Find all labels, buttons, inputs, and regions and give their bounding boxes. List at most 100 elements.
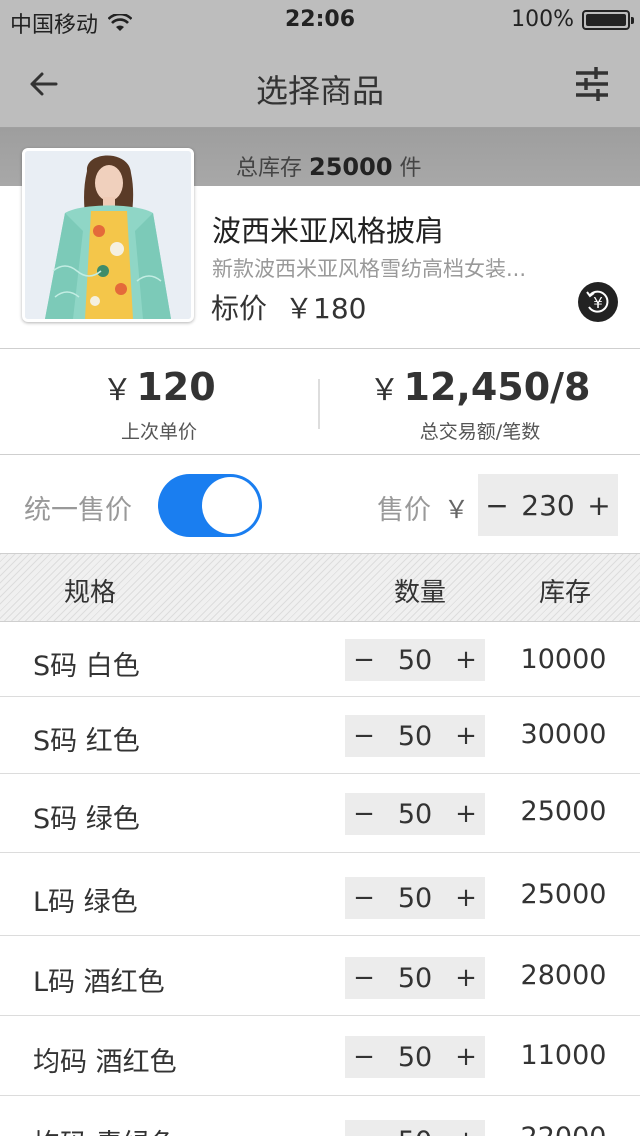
qty-increment-button[interactable]: +	[449, 1120, 483, 1136]
variant-stock: 30000	[520, 719, 607, 750]
variant-stock: 11000	[520, 1040, 607, 1071]
status-bar: 中国移动 22:06 100%	[0, 0, 640, 40]
qty-input[interactable]: 50	[379, 1042, 451, 1073]
sliders-icon	[576, 67, 608, 101]
total-stock-label: 总库存	[236, 156, 303, 181]
back-button[interactable]	[24, 64, 64, 104]
qty-decrement-button[interactable]: −	[347, 715, 381, 757]
sale-price-stepper: − 230 +	[478, 474, 618, 536]
history-yuan-icon: ¥	[578, 282, 618, 322]
product-description: 新款波西米亚风格雪纺高档女装...	[212, 257, 527, 281]
battery-group: 100%	[511, 7, 634, 32]
wifi-icon	[108, 14, 133, 31]
variant-spec: S码 绿色	[33, 804, 140, 835]
qty-input[interactable]: 50	[379, 963, 451, 994]
product-image[interactable]	[22, 148, 194, 322]
variant-row: 均码 青绿色 − 50 + 22000	[0, 1096, 640, 1136]
qty-increment-button[interactable]: +	[449, 877, 483, 919]
variant-qty-stepper: − 50 +	[345, 877, 485, 919]
variant-spec: 均码 青绿色	[33, 1122, 177, 1136]
variant-list: S码 白色 − 50 + 10000 S码 红色 − 50 + 30000 S码…	[0, 622, 640, 1136]
total-transactions: ￥ 12,450/8 总交易额/笔数	[320, 365, 640, 444]
sale-price-increment-button[interactable]: +	[582, 474, 616, 536]
qty-decrement-button[interactable]: −	[347, 877, 381, 919]
variant-qty-stepper: − 50 +	[345, 793, 485, 835]
qty-decrement-button[interactable]: −	[347, 957, 381, 999]
carrier-name: 中国移动	[10, 13, 99, 38]
product-card: 波西米亚风格披肩 新款波西米亚风格雪纺高档女装... 标价 ￥180 ¥	[0, 148, 640, 349]
unified-price-row: 统一售价 售价 ￥ − 230 +	[0, 455, 640, 554]
variant-row: L码 绿色 − 50 + 25000	[0, 853, 640, 936]
variant-row: L码 酒红色 − 50 + 28000	[0, 936, 640, 1016]
variant-spec: S码 红色	[33, 726, 140, 757]
variant-row: S码 白色 − 50 + 10000	[0, 622, 640, 697]
battery-icon	[582, 9, 634, 30]
total-stock-value: 25000	[309, 153, 393, 181]
header-stock: 库存	[539, 578, 592, 608]
variant-stock: 25000	[520, 879, 607, 910]
last-price-currency: ￥	[102, 373, 133, 408]
variant-qty-stepper: − 50 +	[345, 715, 485, 757]
sales-summary: ￥ 120 上次单价 ￥ 12,450/8 总交易额/笔数	[0, 349, 640, 455]
variant-spec: L码 绿色	[33, 887, 138, 918]
total-stock: 总库存 25000 件	[236, 150, 422, 182]
history-price-button[interactable]: ¥	[577, 281, 619, 323]
page-title: 选择商品	[255, 72, 384, 110]
list-price: 标价 ￥180	[211, 287, 366, 327]
unified-price-label: 统一售价	[24, 495, 132, 526]
nav-bar: 选择商品	[0, 40, 640, 128]
variant-qty-stepper: − 50 +	[345, 639, 485, 681]
last-price-value: 120	[136, 365, 216, 409]
sale-price-label: 售价	[377, 495, 431, 526]
qty-input[interactable]: 50	[379, 799, 451, 830]
qty-increment-button[interactable]: +	[449, 957, 483, 999]
qty-increment-button[interactable]: +	[449, 1036, 483, 1078]
sale-price-decrement-button[interactable]: −	[480, 474, 514, 536]
battery-percent: 100%	[511, 7, 574, 32]
variant-qty-stepper: − 50 +	[345, 957, 485, 999]
qty-decrement-button[interactable]: −	[347, 639, 381, 681]
list-price-value: ￥180	[285, 292, 367, 325]
arrow-left-icon	[30, 72, 58, 96]
product-photo	[25, 151, 191, 319]
qty-increment-button[interactable]: +	[449, 793, 483, 835]
list-price-label: 标价	[211, 292, 268, 325]
total-stock-unit: 件	[399, 156, 422, 181]
qty-input[interactable]: 50	[379, 883, 451, 914]
qty-input[interactable]: 50	[379, 645, 451, 676]
variant-stock: 10000	[520, 644, 607, 675]
header-spec: 规格	[64, 578, 117, 608]
svg-text:¥: ¥	[593, 294, 603, 312]
last-unit-price: ￥ 120 上次单价	[0, 365, 318, 444]
header-qty: 数量	[394, 578, 447, 608]
qty-decrement-button[interactable]: −	[347, 1036, 381, 1078]
variant-qty-stepper: − 50 +	[345, 1036, 485, 1078]
last-price-label: 上次单价	[120, 421, 197, 443]
total-currency: ￥	[369, 373, 400, 408]
qty-decrement-button[interactable]: −	[347, 1120, 381, 1136]
variant-stock: 22000	[497, 1122, 630, 1136]
variant-spec: L码 酒红色	[33, 967, 165, 998]
qty-increment-button[interactable]: +	[449, 639, 483, 681]
qty-increment-button[interactable]: +	[449, 715, 483, 757]
variant-stock: 25000	[520, 796, 607, 827]
variant-stock: 28000	[520, 960, 607, 991]
table-header: 规格 数量 库存	[0, 554, 640, 622]
variant-qty-stepper: − 50 +	[345, 1120, 485, 1136]
filter-button[interactable]	[572, 66, 612, 102]
product-name: 波西米亚风格披肩	[212, 214, 445, 248]
total-value: 12,450/8	[403, 365, 591, 409]
sale-price-input[interactable]: 230	[512, 489, 584, 522]
carrier-group: 中国移动	[10, 7, 133, 39]
total-label: 总交易额/笔数	[419, 421, 541, 443]
qty-input[interactable]: 50	[379, 721, 451, 752]
qty-input[interactable]: 50	[379, 1126, 451, 1136]
qty-decrement-button[interactable]: −	[347, 793, 381, 835]
variant-row: S码 绿色 − 50 + 25000	[0, 774, 640, 853]
variant-row: 均码 酒红色 − 50 + 11000	[0, 1016, 640, 1096]
toggle-knob	[202, 477, 259, 534]
sale-price-currency: ￥	[444, 495, 470, 524]
unified-price-toggle[interactable]	[158, 474, 262, 537]
variant-spec: S码 白色	[33, 651, 140, 682]
variant-row: S码 红色 − 50 + 30000	[0, 697, 640, 774]
